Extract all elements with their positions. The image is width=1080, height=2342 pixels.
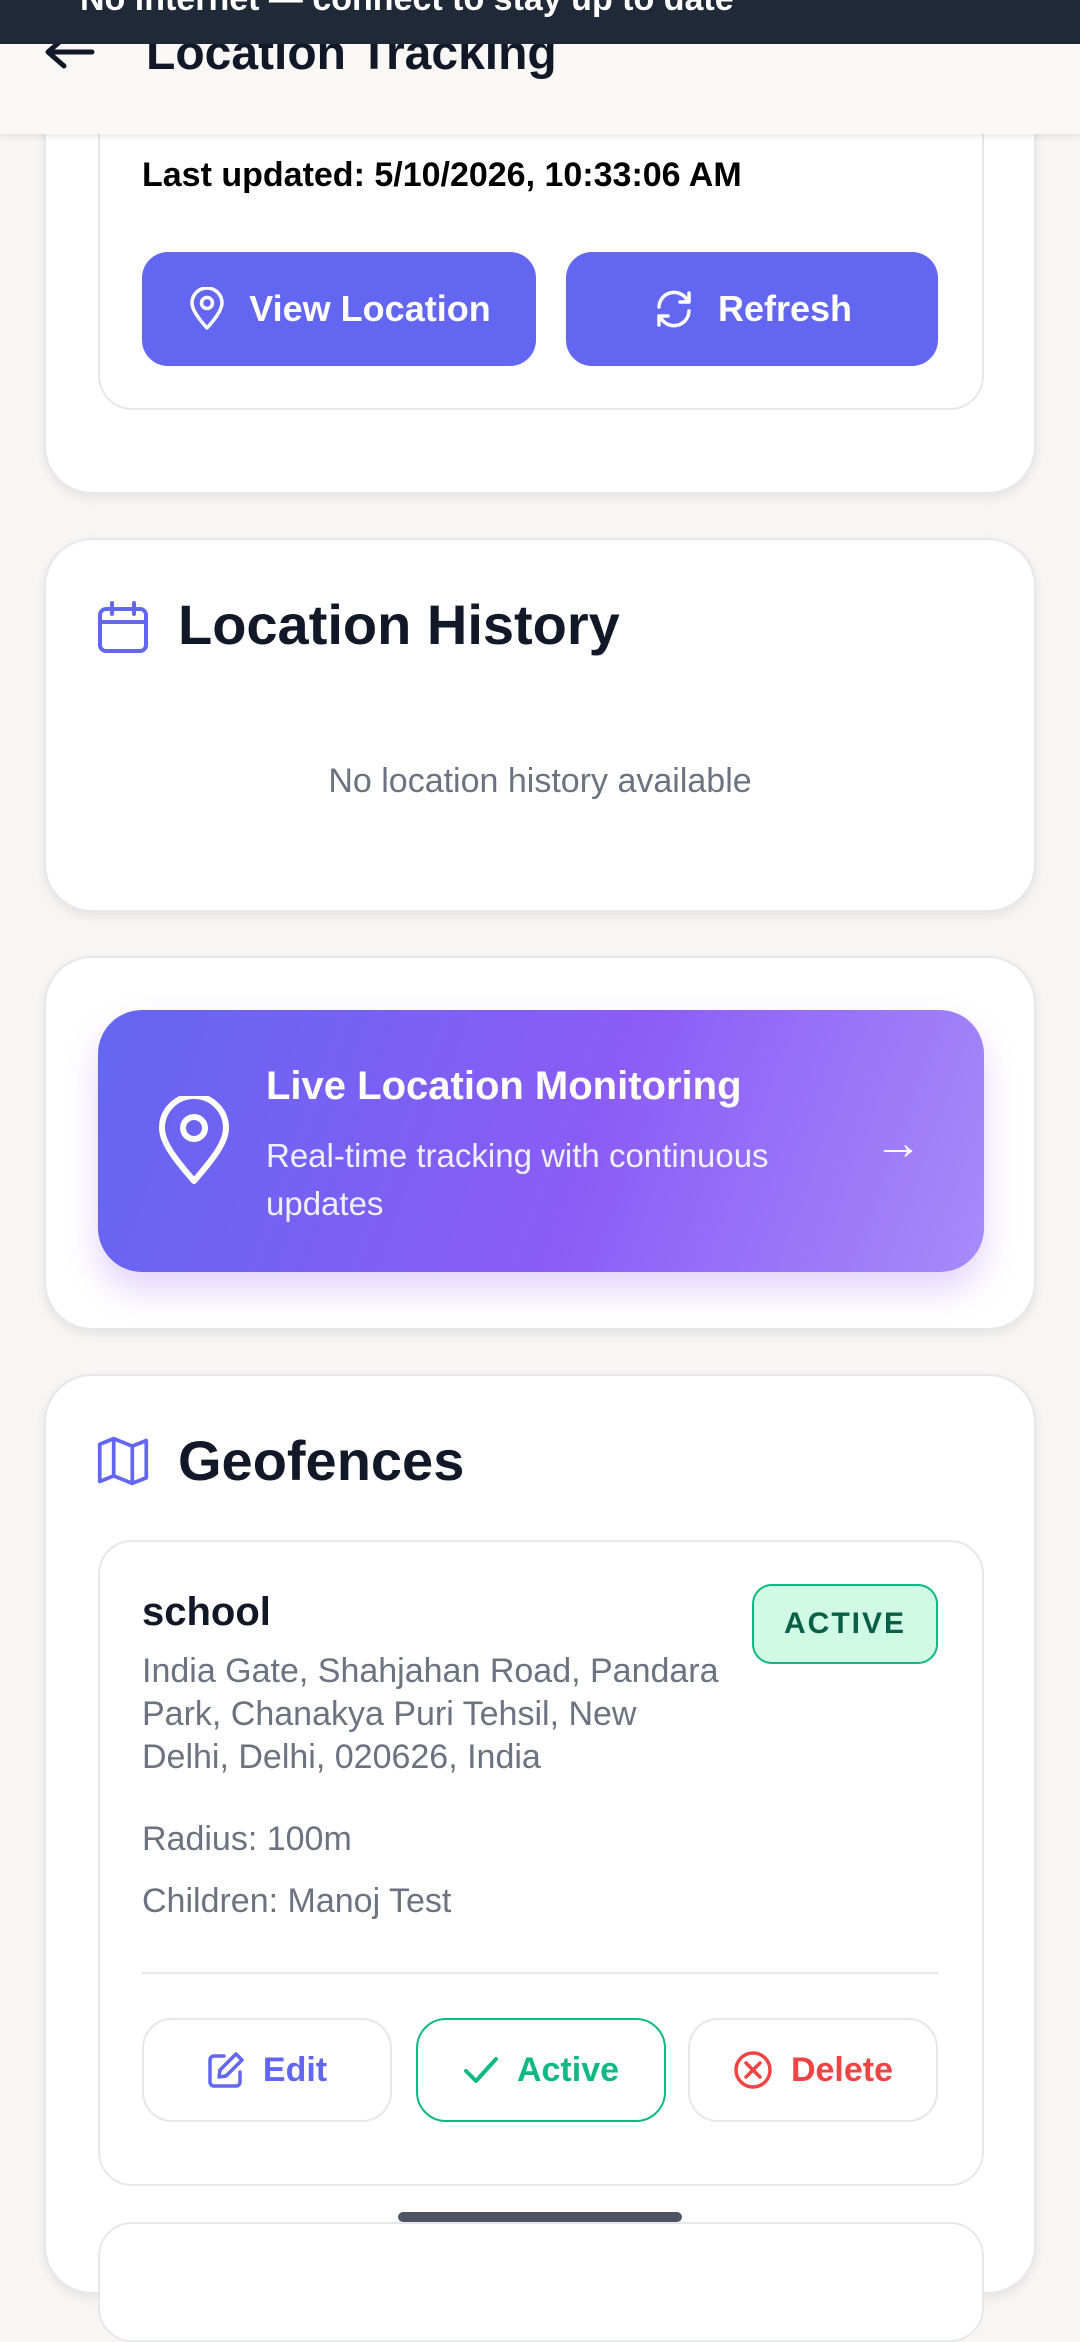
geofence-status-badge: ACTIVE (752, 1584, 938, 1664)
view-location-label: View Location (249, 288, 491, 329)
divider (142, 1972, 938, 1974)
home-indicator[interactable] (398, 2212, 682, 2222)
edit-label: Edit (262, 2050, 328, 2089)
arrow-right-icon: → (874, 1117, 922, 1170)
edit-icon (208, 2052, 244, 2088)
page-title: Location Tracking (146, 44, 557, 80)
calendar-icon (98, 601, 148, 653)
geofence-address-line: Delhi, Delhi, 020626, India (142, 1738, 541, 1776)
status-bar-text: No internet — connect to stay up to date (80, 0, 734, 19)
map-icon (97, 1436, 149, 1486)
geofence-children: Children: Manoj Test (142, 1882, 452, 1920)
geofences-title: Geofences (178, 1429, 465, 1492)
live-monitoring-title: Live Location Monitoring (266, 1064, 742, 1108)
delete-label: Delete (790, 2050, 894, 2089)
active-label: Active (516, 2050, 620, 2089)
location-history-card: Location History No location history ava… (44, 538, 1036, 912)
delete-x-circle-icon (734, 2051, 772, 2089)
history-empty-text: No location history available (328, 762, 752, 800)
edit-button[interactable]: Edit (142, 2018, 392, 2122)
check-icon (463, 2057, 498, 2083)
app-header: Location Tracking (0, 44, 1080, 134)
map-pin-icon (190, 287, 225, 330)
geofences-card: Geofences school ACTIVE India Gate, Shah… (44, 1374, 1036, 2342)
location-history-title: Location History (178, 593, 620, 656)
view-location-button[interactable]: View Location (142, 252, 536, 366)
geofence-item: school ACTIVE India Gate, Shahjahan Road… (98, 1540, 984, 2186)
last-updated-text: Last updated: 5/10/2026, 10:33:06 AM (142, 156, 742, 194)
live-monitoring-subtitle: Real-time tracking with continuous updat… (266, 1137, 769, 1222)
active-toggle-button[interactable]: Active (416, 2018, 666, 2122)
refresh-icon (657, 290, 691, 328)
map-pin-icon (159, 1096, 229, 1184)
live-monitoring-card: Live Location Monitoring Real-time track… (44, 956, 1036, 1330)
geofence-item-next (98, 2222, 984, 2342)
refresh-button[interactable]: Refresh (566, 252, 938, 366)
delete-button[interactable]: Delete (688, 2018, 938, 2122)
geofence-address-line: Park, Chanakya Puri Tehsil, New (142, 1695, 637, 1733)
geofence-address: India Gate, Shahjahan Road, Pandara Park… (142, 1650, 719, 1779)
geofence-address-line: India Gate, Shahjahan Road, Pandara (142, 1652, 719, 1690)
geofence-name: school (142, 1590, 271, 1634)
back-arrow-icon[interactable] (42, 44, 96, 78)
live-monitoring-banner[interactable]: Live Location Monitoring Real-time track… (98, 1010, 984, 1272)
status-bar: No internet — connect to stay up to date (0, 0, 1080, 44)
refresh-label: Refresh (717, 288, 853, 329)
geofence-radius: Radius: 100m (142, 1820, 352, 1858)
